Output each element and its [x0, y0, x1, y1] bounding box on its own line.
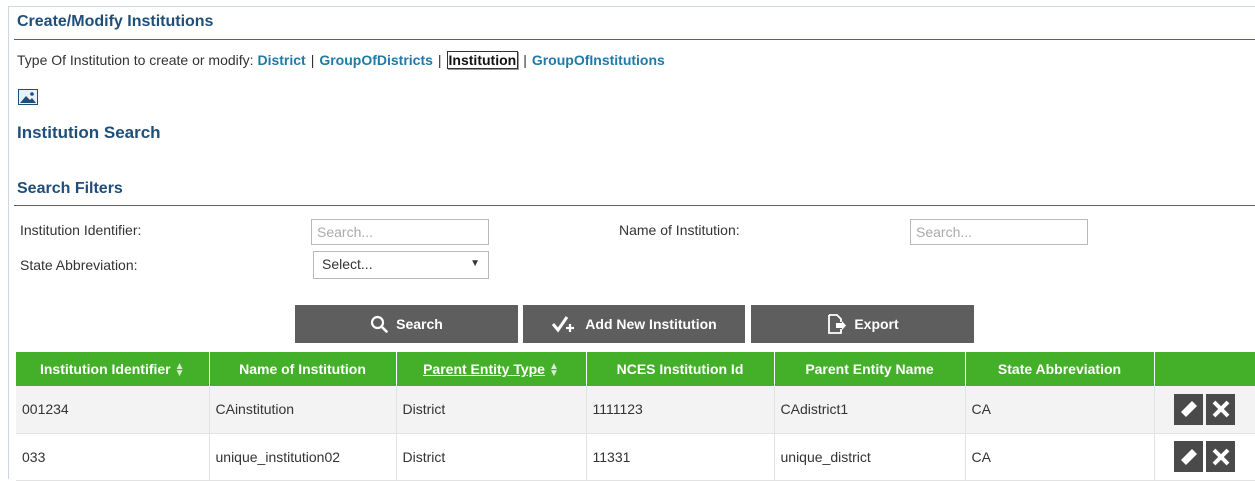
- cell-state-abbreviation: CA: [965, 386, 1155, 434]
- column-header-parent-entity-name[interactable]: Parent Entity Name: [774, 352, 966, 386]
- add-button-label: Add New Institution: [585, 316, 717, 332]
- cell-actions: [1154, 386, 1255, 434]
- cell-institution-identifier: 033: [16, 433, 210, 481]
- cell-parent-entity-type: District: [396, 433, 587, 481]
- institution-search-title: Institution Search: [17, 123, 161, 142]
- separator: |: [310, 52, 315, 68]
- type-link-district[interactable]: District: [257, 52, 305, 68]
- filters-divider: [14, 205, 1255, 206]
- cell-parent-entity-type: District: [396, 386, 587, 434]
- sort-icon: ▲ ▼: [548, 361, 559, 380]
- add-new-institution-button[interactable]: Add New Institution: [523, 305, 745, 343]
- search-filters-title: Search Filters: [17, 180, 123, 197]
- column-header-nces-institution-id[interactable]: NCES Institution Id: [586, 352, 775, 386]
- cell-nces-institution-id: 1111123: [586, 386, 775, 434]
- export-icon: [828, 314, 847, 334]
- table-row: 033 unique_institution02 District 11331 …: [16, 433, 1255, 481]
- name-of-institution-input[interactable]: [910, 219, 1088, 245]
- type-link-group-of-institutions[interactable]: GroupOfInstitutions: [532, 52, 665, 68]
- edit-button[interactable]: [1174, 393, 1203, 425]
- table-row: 001234 CAinstitution District 1111123 CA…: [16, 386, 1255, 434]
- cell-state-abbreviation: CA: [965, 433, 1155, 481]
- column-header-state-abbreviation[interactable]: State Abbreviation: [965, 352, 1155, 386]
- edit-button[interactable]: [1174, 441, 1203, 472]
- cell-name-of-institution: unique_institution02: [209, 433, 397, 481]
- cell-nces-institution-id: 11331: [586, 433, 775, 481]
- check-plus-icon: [552, 316, 575, 333]
- image-icon: [18, 89, 38, 105]
- separator: |: [523, 52, 527, 68]
- state-abbreviation-label: State Abbreviation:: [20, 257, 138, 273]
- state-abbreviation-select[interactable]: Select... ▼: [313, 251, 489, 279]
- cell-institution-identifier: 001234: [16, 386, 210, 434]
- delete-button[interactable]: [1206, 393, 1235, 425]
- column-header-institution-identifier[interactable]: Institution Identifier ▲ ▼: [16, 352, 210, 386]
- pencil-icon: [1180, 448, 1197, 465]
- type-link-group-of-districts[interactable]: GroupOfDistricts: [319, 52, 433, 68]
- institution-identifier-label: Institution Identifier:: [20, 222, 142, 238]
- search-button-label: Search: [396, 316, 443, 332]
- cell-name-of-institution: CAinstitution: [209, 386, 397, 434]
- title-divider: [14, 39, 1255, 40]
- search-icon: [371, 315, 388, 333]
- column-header-parent-entity-type[interactable]: Parent Entity Type ▲ ▼: [396, 352, 587, 386]
- search-button[interactable]: Search: [295, 305, 518, 343]
- column-header-name-of-institution[interactable]: Name of Institution: [209, 352, 397, 386]
- column-header-actions: [1154, 352, 1255, 386]
- table-header-row: Institution Identifier ▲ ▼ Name of Institu…: [16, 352, 1255, 386]
- state-select-value: Select...: [322, 256, 373, 272]
- chevron-down-icon: ▼: [470, 258, 480, 269]
- type-prompt: Type Of Institution to create or modify:: [17, 52, 254, 68]
- cell-parent-entity-name: CAdistrict1: [774, 386, 966, 434]
- type-link-institution[interactable]: Institution: [446, 51, 519, 69]
- separator: |: [437, 52, 442, 68]
- cell-actions: [1154, 433, 1255, 481]
- delete-button[interactable]: [1206, 441, 1235, 472]
- close-icon: [1212, 400, 1229, 418]
- page-title: Create/Modify Institutions: [17, 13, 214, 30]
- name-of-institution-label: Name of Institution:: [619, 222, 740, 238]
- sort-icon: ▲ ▼: [174, 361, 185, 380]
- export-button[interactable]: Export: [751, 305, 974, 343]
- pencil-icon: [1180, 401, 1197, 418]
- institution-type-selector: Type Of Institution to create or modify:…: [17, 51, 665, 69]
- institution-results-table: Institution Identifier ▲ ▼ Name of Institu…: [16, 352, 1255, 481]
- export-button-label: Export: [854, 316, 899, 332]
- close-icon: [1212, 448, 1229, 465]
- cell-parent-entity-name: unique_district: [774, 433, 966, 481]
- institution-identifier-input[interactable]: [311, 219, 489, 245]
